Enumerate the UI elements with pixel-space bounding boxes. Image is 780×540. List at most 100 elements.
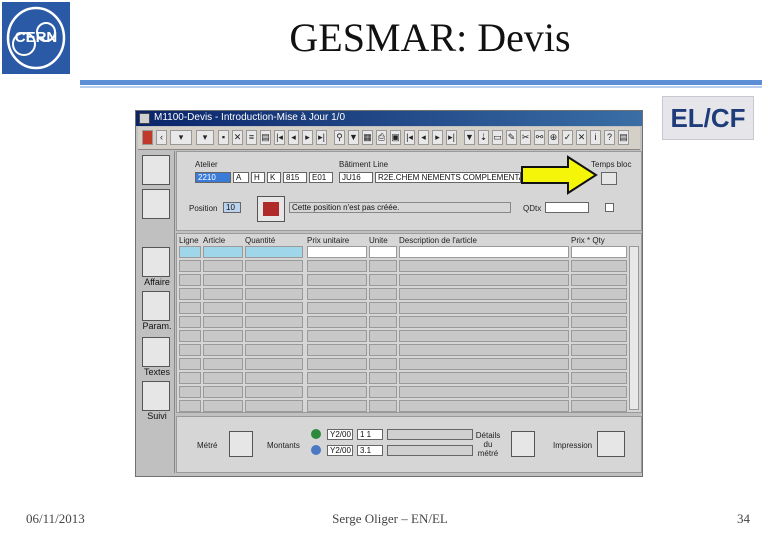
next-record-icon[interactable]: ▸ (302, 130, 313, 145)
grid-cell[interactable] (369, 386, 397, 398)
grid-cell[interactable] (369, 260, 397, 272)
grid-cell[interactable] (571, 372, 627, 384)
details-metre-button[interactable] (511, 431, 535, 457)
grid-cell[interactable] (245, 302, 303, 314)
atelier-field-2[interactable]: A (233, 172, 249, 183)
grid-cell[interactable] (307, 386, 367, 398)
save-icon[interactable]: ▪ (218, 130, 229, 145)
grid-cell[interactable] (571, 386, 627, 398)
grid-cell[interactable] (245, 344, 303, 356)
grid-cell[interactable] (179, 274, 201, 286)
grid-cell[interactable] (179, 246, 201, 258)
nav-textes-icon[interactable] (142, 337, 170, 367)
grid-cell[interactable] (179, 344, 201, 356)
grid-cell[interactable] (203, 274, 243, 286)
help-icon[interactable]: ? (604, 130, 615, 145)
position-field[interactable]: 10 (223, 202, 241, 213)
grid-cell[interactable] (399, 316, 569, 328)
grid-cell[interactable] (307, 372, 367, 384)
grid-cell[interactable] (307, 274, 367, 286)
grid-cell[interactable] (203, 288, 243, 300)
print-icon[interactable]: ⎙ (376, 130, 387, 145)
grid-cell[interactable] (571, 316, 627, 328)
grid-cell[interactable] (245, 358, 303, 370)
filter-icon[interactable]: ▼ (348, 130, 359, 145)
nav-affaire-icon[interactable] (142, 247, 170, 277)
grid-cell[interactable] (307, 344, 367, 356)
grid-cell[interactable] (369, 372, 397, 384)
open-icon[interactable]: ▤ (618, 130, 629, 145)
nav-param-icon[interactable] (142, 291, 170, 321)
metre-button[interactable] (229, 431, 253, 457)
delete-icon[interactable]: ✕ (232, 130, 243, 145)
qty-field[interactable] (545, 202, 589, 213)
list-dropdown[interactable]: ▾ (196, 130, 214, 145)
grid-cell[interactable] (179, 302, 201, 314)
grid-cell[interactable] (369, 330, 397, 342)
grid-cell[interactable] (203, 400, 243, 412)
last-record-icon[interactable]: ▸| (316, 130, 327, 145)
atelier-field-1[interactable]: 2210 (195, 172, 231, 183)
grid-cell[interactable] (399, 274, 569, 286)
grid-cell[interactable] (399, 372, 569, 384)
next-icon[interactable]: ▸ (432, 130, 443, 145)
grid-cell[interactable] (245, 260, 303, 272)
grid-cell[interactable] (203, 246, 243, 258)
search-icon[interactable]: ⚲ (334, 130, 345, 145)
paste-icon[interactable]: ▤ (260, 130, 271, 145)
grid-cell[interactable] (399, 386, 569, 398)
grid-cell[interactable] (245, 316, 303, 328)
check-icon[interactable]: ✓ (562, 130, 573, 145)
sort-down-icon[interactable]: ▼ (464, 130, 475, 145)
grid-cell[interactable] (399, 344, 569, 356)
info-icon[interactable]: i (590, 130, 601, 145)
grid-cell[interactable] (203, 344, 243, 356)
grid-cell[interactable] (369, 288, 397, 300)
grid-cell[interactable] (203, 316, 243, 328)
grid-cell[interactable] (307, 330, 367, 342)
grid-cell[interactable] (245, 386, 303, 398)
temps-bloc-button[interactable] (601, 172, 617, 185)
montant-num-1[interactable]: 1 1 (357, 429, 383, 440)
grid-cell[interactable] (571, 344, 627, 356)
grid-cell[interactable] (245, 330, 303, 342)
grid-cell[interactable] (399, 358, 569, 370)
prev-icon[interactable]: ◂ (418, 130, 429, 145)
first-icon[interactable]: |◂ (404, 130, 415, 145)
field-dropdown[interactable]: ▾ (170, 130, 192, 145)
grid-cell[interactable] (179, 386, 201, 398)
grid-icon[interactable]: ▦ (362, 130, 373, 145)
dialog-icon[interactable]: ▭ (492, 130, 503, 145)
grid-cell[interactable] (203, 358, 243, 370)
grid-cell[interactable] (571, 302, 627, 314)
grid-cell[interactable] (571, 358, 627, 370)
grid-cell[interactable] (307, 400, 367, 412)
grid-cell[interactable] (203, 330, 243, 342)
batiment-field[interactable]: JU16 (339, 172, 373, 183)
grid-cell[interactable] (369, 246, 397, 258)
grid-cell[interactable] (399, 246, 569, 258)
grid-cell[interactable] (203, 302, 243, 314)
pencil-icon[interactable] (142, 155, 170, 185)
grid-cell[interactable] (179, 372, 201, 384)
grid-cell[interactable] (307, 260, 367, 272)
qty-checkbox[interactable] (605, 203, 614, 212)
grid-cell[interactable] (369, 302, 397, 314)
grid-cell[interactable] (179, 260, 201, 272)
exit-icon[interactable] (142, 130, 153, 145)
grid-cell[interactable] (179, 358, 201, 370)
grid-cell[interactable] (399, 288, 569, 300)
grid-cell[interactable] (571, 260, 627, 272)
grid-cell[interactable] (571, 246, 627, 258)
prev-record-icon[interactable]: ◂ (288, 130, 299, 145)
grid-cell[interactable] (369, 274, 397, 286)
grid-cell[interactable] (307, 316, 367, 328)
attach-icon[interactable]: ⊕ (548, 130, 559, 145)
grid-cell[interactable] (369, 316, 397, 328)
grid-cell[interactable] (203, 386, 243, 398)
grid-cell[interactable] (179, 288, 201, 300)
grid-cell[interactable] (571, 330, 627, 342)
copy-icon[interactable]: ≡ (246, 130, 257, 145)
line-field[interactable]: R2E.CHEM NEMENTS COMPLEMENTA (375, 172, 521, 183)
grid-cell[interactable] (571, 400, 627, 412)
